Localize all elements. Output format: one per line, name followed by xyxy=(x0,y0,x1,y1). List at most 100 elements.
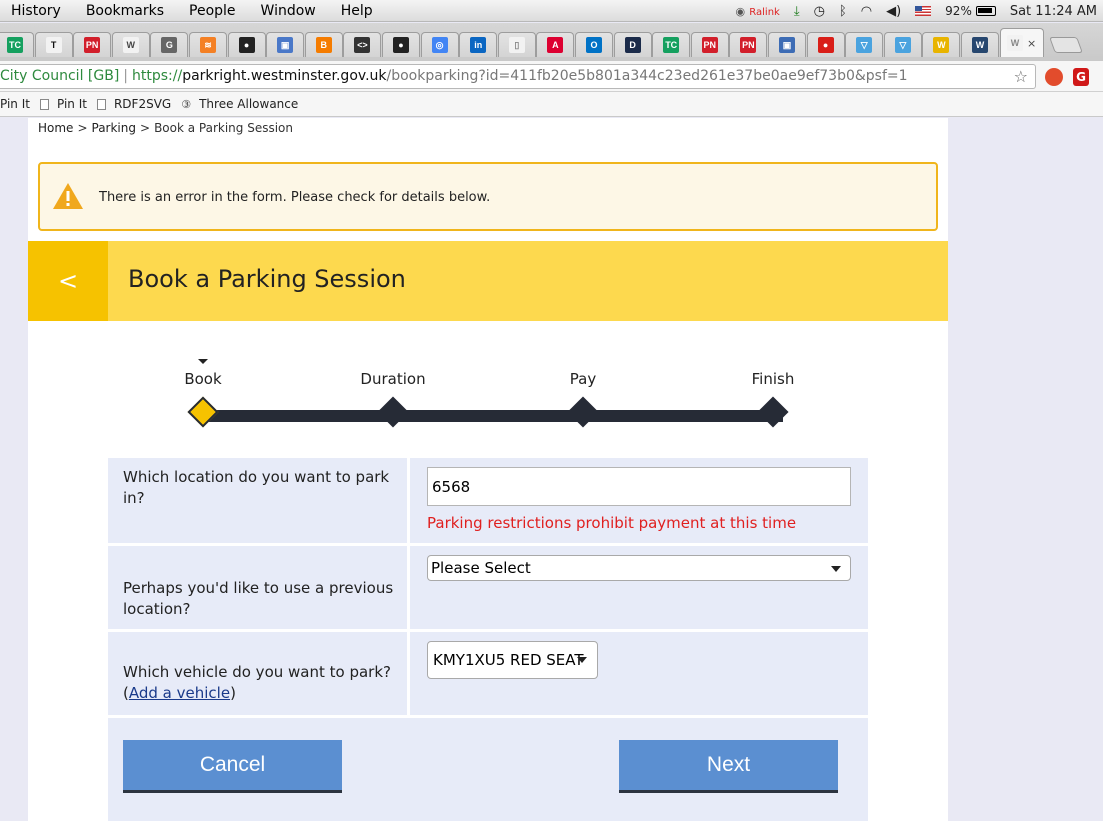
wikipedia-icon: W xyxy=(122,37,139,53)
page-header: < Book a Parking Session xyxy=(28,241,948,321)
tc-icon: TC xyxy=(663,37,680,53)
vehicle-select[interactable]: KMY1XU5 RED SEAT xyxy=(427,641,598,679)
new-tab-button[interactable] xyxy=(1049,37,1083,53)
bookmark-pin-it-1[interactable]: Pin It xyxy=(0,97,30,111)
breadcrumb-parking[interactable]: Parking xyxy=(92,121,137,135)
browser-tab[interactable]: ▽ xyxy=(883,32,922,57)
error-message: There is an error in the form. Please ch… xyxy=(99,190,491,205)
download-icon[interactable]: ⤓ xyxy=(794,4,800,19)
browser-tab[interactable]: W xyxy=(111,32,150,57)
browser-tab[interactable]: TC xyxy=(652,32,691,57)
breadcrumb-current: Book a Parking Session xyxy=(154,121,293,135)
browser-tab[interactable]: ● xyxy=(382,32,420,57)
location-row: Which location do you want to park in? 6… xyxy=(108,458,868,546)
ralink-status[interactable]: ◉ Ralink xyxy=(736,4,780,19)
dropdown-arrow-icon xyxy=(577,657,587,663)
url-scheme: https:// xyxy=(132,68,183,84)
location-error: Parking restrictions prohibit payment at… xyxy=(427,514,797,532)
github-icon: ● xyxy=(393,37,409,53)
menu-window[interactable]: Window xyxy=(250,3,316,19)
step-node-book xyxy=(187,396,219,428)
pn-icon: PN xyxy=(701,37,718,53)
outlook-icon: O xyxy=(586,37,602,53)
back-button[interactable]: < xyxy=(28,241,108,321)
bookmark-rdf2svg[interactable]: RDF2SVG xyxy=(96,97,171,111)
browser-tab[interactable]: D xyxy=(613,32,652,57)
browser-tab[interactable]: TC xyxy=(0,32,34,57)
clock[interactable]: Sat 11:24 AM xyxy=(1010,4,1097,19)
pn-icon: PN xyxy=(740,37,757,53)
browser-tab[interactable]: A xyxy=(536,32,575,57)
progress-steps: Book Duration Pay Finish xyxy=(28,348,948,438)
menu-people[interactable]: People xyxy=(178,3,236,19)
wifi-icon[interactable]: ◠ xyxy=(861,4,872,19)
breadcrumb: Home > Parking > Book a Parking Session xyxy=(38,121,293,135)
extension-red-icon[interactable]: G xyxy=(1073,68,1089,86)
browser-tab[interactable]: PN xyxy=(73,32,112,57)
browser-tab[interactable]: PN xyxy=(729,32,768,57)
browser-tab[interactable]: ◎ xyxy=(420,32,459,57)
previous-location-question: Perhaps you'd like to use a previous loc… xyxy=(123,579,394,618)
browser-tab[interactable]: in xyxy=(459,32,498,57)
generic-blue-icon: ▣ xyxy=(779,37,795,53)
red-circle-icon: ● xyxy=(817,37,834,53)
close-tab-icon[interactable]: × xyxy=(1027,37,1036,50)
browser-tab[interactable]: B xyxy=(304,32,343,57)
vehicle-row: Which vehicle do you want to park? (Add … xyxy=(108,632,868,718)
menu-history[interactable]: History xyxy=(0,3,61,19)
google-icon: ◎ xyxy=(431,37,448,53)
time-machine-icon[interactable]: ◷ xyxy=(814,4,825,19)
browser-tab[interactable]: W × xyxy=(999,28,1044,57)
bookmark-pin-it-2[interactable]: Pin It xyxy=(39,97,87,111)
bookmark-star-icon[interactable]: ☆ xyxy=(1014,65,1028,88)
battery-status[interactable]: 92% xyxy=(945,4,996,18)
step-label-pay: Pay xyxy=(569,370,597,388)
step-node-duration xyxy=(377,396,409,428)
browser-tab[interactable]: ▽ xyxy=(845,32,884,57)
browser-tab[interactable]: T xyxy=(34,32,73,57)
browser-tab[interactable]: ▣ xyxy=(768,32,806,57)
next-button[interactable]: Next xyxy=(619,740,838,793)
browser-tab[interactable]: ▣ xyxy=(266,32,305,57)
browser-tab[interactable]: PN xyxy=(690,32,729,57)
cancel-button[interactable]: Cancel xyxy=(123,740,342,793)
browser-tab[interactable]: ● xyxy=(227,32,266,57)
browser-toolbar: City Council [GB] | https://parkright.west… xyxy=(0,61,1103,92)
tc-icon: TC xyxy=(7,37,23,53)
browser-tab[interactable]: O xyxy=(575,32,613,57)
step-label-finish: Finish xyxy=(751,370,795,388)
browser-tab[interactable]: W xyxy=(961,32,999,57)
previous-location-value: Please Select xyxy=(431,559,531,577)
menu-help[interactable]: Help xyxy=(330,3,373,19)
location-input[interactable]: 6568 xyxy=(427,467,851,506)
warning-icon xyxy=(53,183,83,209)
menu-bookmarks[interactable]: Bookmarks xyxy=(75,3,164,19)
address-bar[interactable]: City Council [GB] | https://parkright.west… xyxy=(0,64,1036,89)
breadcrumb-home[interactable]: Home xyxy=(38,121,73,135)
document-icon: ▯ xyxy=(508,37,525,53)
w-yellow-icon: W xyxy=(933,37,950,53)
browser-tab[interactable]: ≋ xyxy=(189,32,227,57)
step-label-duration: Duration xyxy=(360,370,426,388)
angular-icon: A xyxy=(547,37,564,53)
volume-icon[interactable]: ◀) xyxy=(886,4,901,19)
previous-location-select[interactable]: Please Select xyxy=(427,555,851,581)
browser-tab[interactable]: ▯ xyxy=(497,32,536,57)
us-flag-icon[interactable] xyxy=(915,6,932,16)
generic-icon: G xyxy=(161,37,178,53)
linkedin-icon: in xyxy=(470,37,487,53)
w-active-icon: W xyxy=(1006,35,1023,51)
current-step-caret-icon xyxy=(198,359,208,364)
extension-icon[interactable] xyxy=(1045,68,1063,86)
browser-tab[interactable]: G xyxy=(150,32,189,57)
browser-tab[interactable]: <> xyxy=(343,32,382,57)
vehicle-question-block: Which vehicle do you want to park? (Add … xyxy=(123,662,398,704)
page-title: Book a Parking Session xyxy=(128,265,406,293)
bluetooth-icon[interactable]: ᛒ xyxy=(839,4,847,19)
bookmark-three-allowance[interactable]: ③ Three Allowance xyxy=(181,97,298,111)
browser-tab[interactable]: ● xyxy=(806,32,845,57)
add-vehicle-link[interactable]: Add a vehicle xyxy=(129,684,230,702)
generic-blue-icon: ▣ xyxy=(277,37,294,53)
browser-tab[interactable]: W xyxy=(922,32,961,57)
battery-icon xyxy=(975,6,996,16)
